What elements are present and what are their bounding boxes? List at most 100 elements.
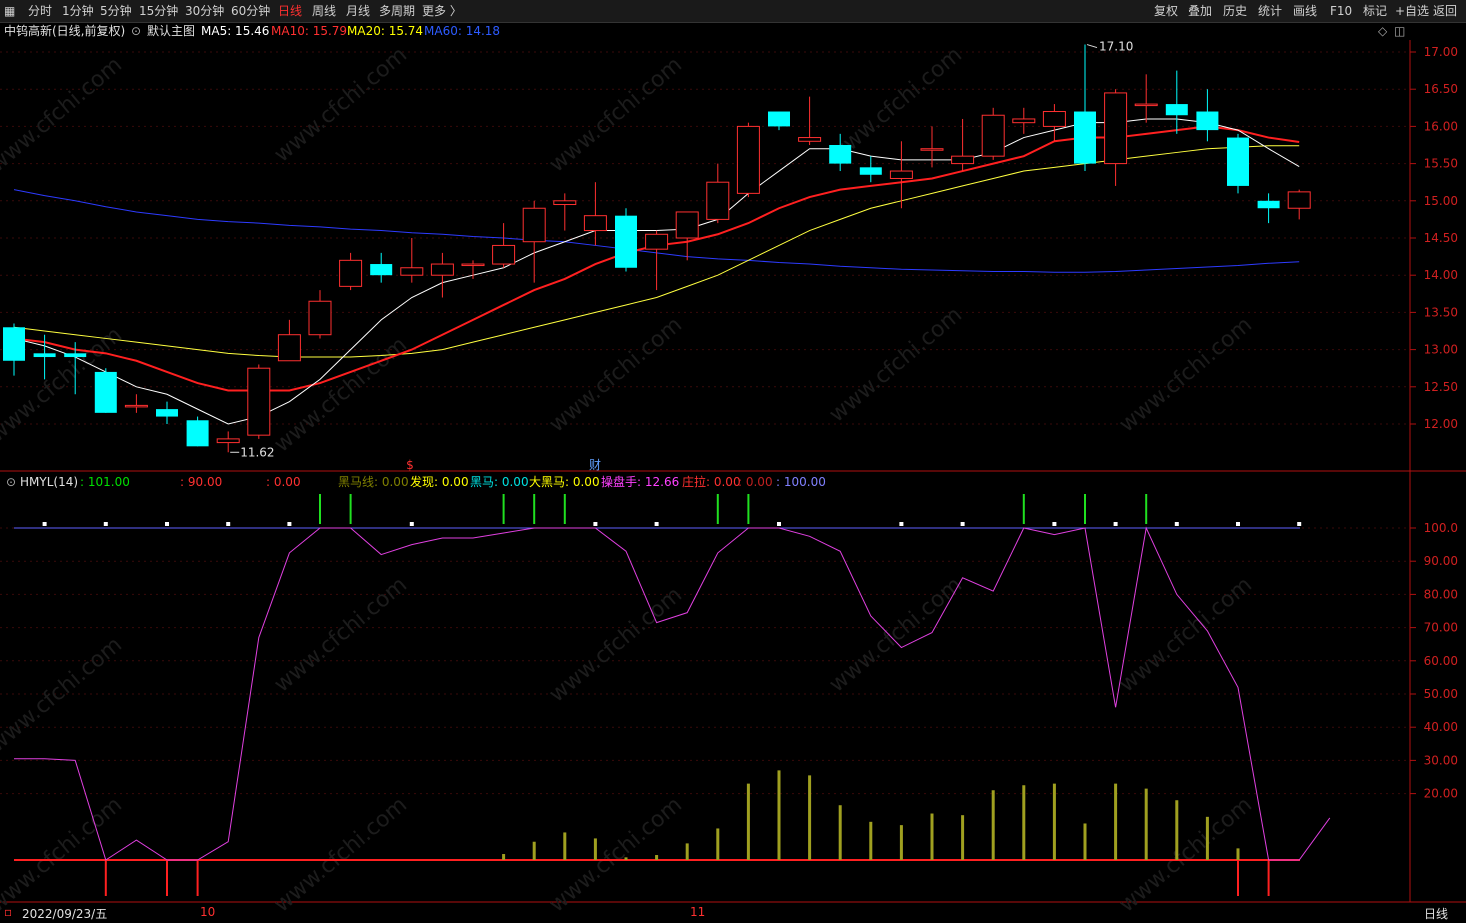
period-30min[interactable]: 30分钟 [185,3,224,19]
ind-marker-dot [1297,522,1302,526]
indicator-menu-icon[interactable]: ⊙ [6,474,16,490]
candle-body [430,263,454,276]
ma60-label: MA60: 14.18 [424,24,501,38]
ind-marker-dot [1174,522,1179,526]
huaxian-button[interactable]: 画线 [1293,3,1317,19]
candle-body [339,259,363,287]
finance-marker: 财 [589,458,601,472]
period-1min[interactable]: 1分钟 [62,3,94,19]
diamond-icon[interactable]: ◇ [1378,23,1387,39]
candle-body [277,334,301,362]
diejia-button[interactable]: 叠加 [1188,3,1212,19]
watermark-text: www.cfchi.com [825,302,967,427]
candle-body [706,181,730,220]
candle-body [981,114,1005,157]
candle-body [829,145,852,164]
period-60min[interactable]: 60分钟 [231,3,270,19]
ind-tick-label: 70.00 [1424,621,1458,635]
candle-body [3,327,25,361]
candle-body [951,155,975,165]
watermark-text: www.cfchi.com [825,42,967,167]
period-5min[interactable]: 5分钟 [100,3,132,19]
template-dropdown-icon[interactable]: ⊙ [131,23,141,39]
period-multi[interactable]: 多周期 [379,3,415,19]
ind-marker-dot [1236,522,1240,526]
period-more[interactable]: 更多 〉 [422,3,462,19]
biaoji-button[interactable]: 标记 [1363,3,1387,19]
price-tick-label: 15.50 [1424,157,1458,171]
watermark-text: www.cfchi.com [270,792,412,917]
candle-body [64,353,87,358]
low-price-label: 11.62 [240,445,274,459]
period-weekly[interactable]: 周线 [312,3,336,19]
lishi-button[interactable]: 历史 [1223,3,1247,19]
candle-body [1227,137,1249,186]
candle-body [370,264,393,276]
ind-marker-dot [165,522,169,526]
ind-marker-dot [409,522,414,526]
watermark-text: www.cfchi.com [825,572,967,697]
period-indicator[interactable]: 日线 [1424,905,1448,922]
candle-body [583,215,607,232]
ind-marker-dot [1113,522,1118,526]
ind-tick-label: 20.00 [1424,787,1458,801]
candle-body [247,367,271,436]
ma10-label: MA10: 15.79 [271,24,348,38]
ind-tick-label: 40.00 [1424,720,1458,734]
ind-tick-label: 30.00 [1424,753,1458,767]
fuquan-button[interactable]: 复权 [1154,3,1178,19]
ind-val-5: 黑马: 0.00 [470,475,529,489]
price-tick-label: 14.50 [1424,231,1458,245]
ma20-label: MA20: 15.74 [347,24,424,38]
ind-val-3: 黑马线: 0.00 [338,475,409,489]
tongji-button[interactable]: 统计 [1258,3,1282,19]
candle-body [33,353,56,358]
date-marker-icon: ▫ [4,905,13,919]
price-tick-label: 12.00 [1424,417,1458,431]
grid-icon[interactable]: ▦ [4,3,15,19]
settings-icon[interactable]: ◫ [1394,23,1405,39]
period-monthly[interactable]: 月线 [346,3,370,19]
ind-tick-label: 100.0 [1424,521,1458,535]
candle-body [675,211,699,239]
period-fenshi[interactable]: 分时 [28,3,52,19]
ind-val-1: : 90.00 [180,475,223,489]
ind-marker-dot [226,522,231,526]
candle-body [400,267,424,276]
price-tick-label: 13.00 [1424,343,1458,357]
ma10-line [13,125,1300,392]
ind-tick-label: 60.00 [1424,654,1458,668]
price-tick-label: 13.50 [1424,305,1458,319]
watermark-text: www.cfchi.com [1115,792,1257,917]
chart-canvas: www.cfchi.com www.cfchi.com www.cfchi.com w… [0,40,1466,918]
high-price-label: 17.10 [1099,40,1133,54]
back-button[interactable]: 返回 [1433,3,1457,19]
period-daily[interactable]: 日线 [278,3,302,19]
month-label-10: 10 [200,905,216,919]
candle-body [1104,92,1128,165]
ma20-line [13,145,1300,358]
watermark-text: www.cfchi.com [270,42,412,167]
ind-val-7: 操盘手: 12.66 [601,475,680,489]
ind-tick-label: 80.00 [1424,587,1458,601]
candle-body [1287,191,1311,209]
candle-body [736,125,760,194]
ind-val-0: : 101.00 [80,475,130,489]
candle-body [920,148,944,151]
high-arrow [1086,44,1098,49]
period-15min[interactable]: 15分钟 [139,3,178,19]
watermark-text: www.cfchi.com [545,312,687,437]
watermark-text: www.cfchi.com [545,582,687,707]
ind-marker-dot [960,522,965,526]
price-tick-label: 15.00 [1424,194,1458,208]
indicator-name[interactable]: HMYL(14) [20,474,78,490]
watermark-text: www.cfchi.com [545,792,687,917]
candle-body [1165,104,1188,116]
ind-marker-dot [777,522,781,526]
ind-marker-dot [287,522,292,526]
ind-marker-dot [42,522,47,526]
add-favorite-button[interactable]: +自选 [1395,3,1429,19]
template-label[interactable]: 默认主图 [147,23,195,39]
f10-button[interactable]: F10 [1330,3,1352,19]
candle-body [1042,111,1066,127]
